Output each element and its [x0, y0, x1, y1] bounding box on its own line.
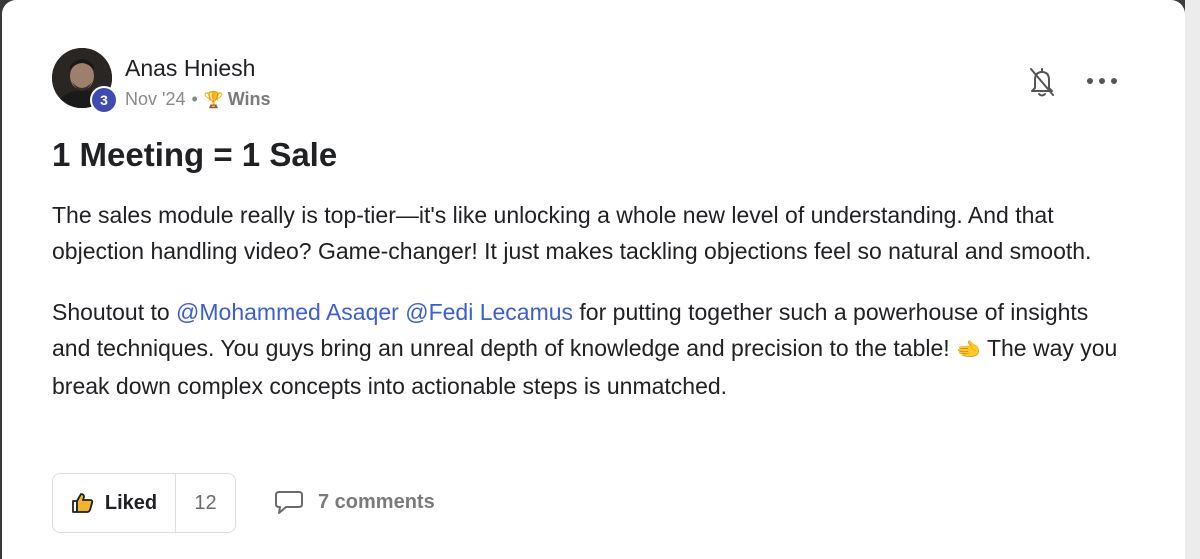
- comments-button[interactable]: 7 comments: [274, 489, 435, 515]
- post-card: 3 Anas Hniesh Nov '24 • 🏆 Wins 1 Meeting…: [2, 0, 1185, 559]
- level-badge: 3: [90, 86, 118, 114]
- comments-label: 7 comments: [318, 490, 435, 513]
- pointing-hand-icon: 🫲: [956, 339, 981, 361]
- more-horizontal-icon[interactable]: [1087, 70, 1117, 92]
- like-count[interactable]: 12: [176, 474, 235, 532]
- post-meta: Nov '24 • 🏆 Wins: [125, 89, 271, 110]
- mention-link[interactable]: @Mohammed Asaqer: [176, 299, 399, 325]
- bell-off-icon[interactable]: [1028, 66, 1056, 98]
- post-category[interactable]: Wins: [228, 89, 271, 110]
- thumbs-up-icon: [71, 493, 94, 513]
- mention-link[interactable]: @Fedi Lecamus: [405, 299, 573, 325]
- paragraph-text: Shoutout to: [52, 299, 177, 325]
- like-button-group: Liked 12: [52, 473, 236, 533]
- scrollbar-track[interactable]: [1185, 0, 1200, 559]
- author-avatar-group[interactable]: 3: [52, 48, 118, 114]
- author-name[interactable]: Anas Hniesh: [125, 55, 255, 82]
- comment-icon: [275, 491, 303, 514]
- post-paragraph: The sales module really is top-tier—it's…: [52, 202, 1092, 264]
- meta-separator: •: [191, 89, 198, 109]
- post-title: 1 Meeting = 1 Sale: [52, 136, 338, 173]
- trophy-icon: 🏆: [203, 91, 224, 109]
- post-paragraph: Shoutout to @Mohammed Asaqer @Fedi Lecam…: [52, 294, 1132, 404]
- post-body: The sales module really is top-tier—it's…: [52, 197, 1132, 429]
- more-dot: [1087, 78, 1093, 84]
- like-label: Liked: [104, 491, 158, 514]
- post-date: Nov '24: [125, 89, 186, 109]
- more-dot: [1099, 78, 1105, 84]
- more-dot: [1111, 78, 1117, 84]
- like-button[interactable]: Liked: [53, 474, 176, 532]
